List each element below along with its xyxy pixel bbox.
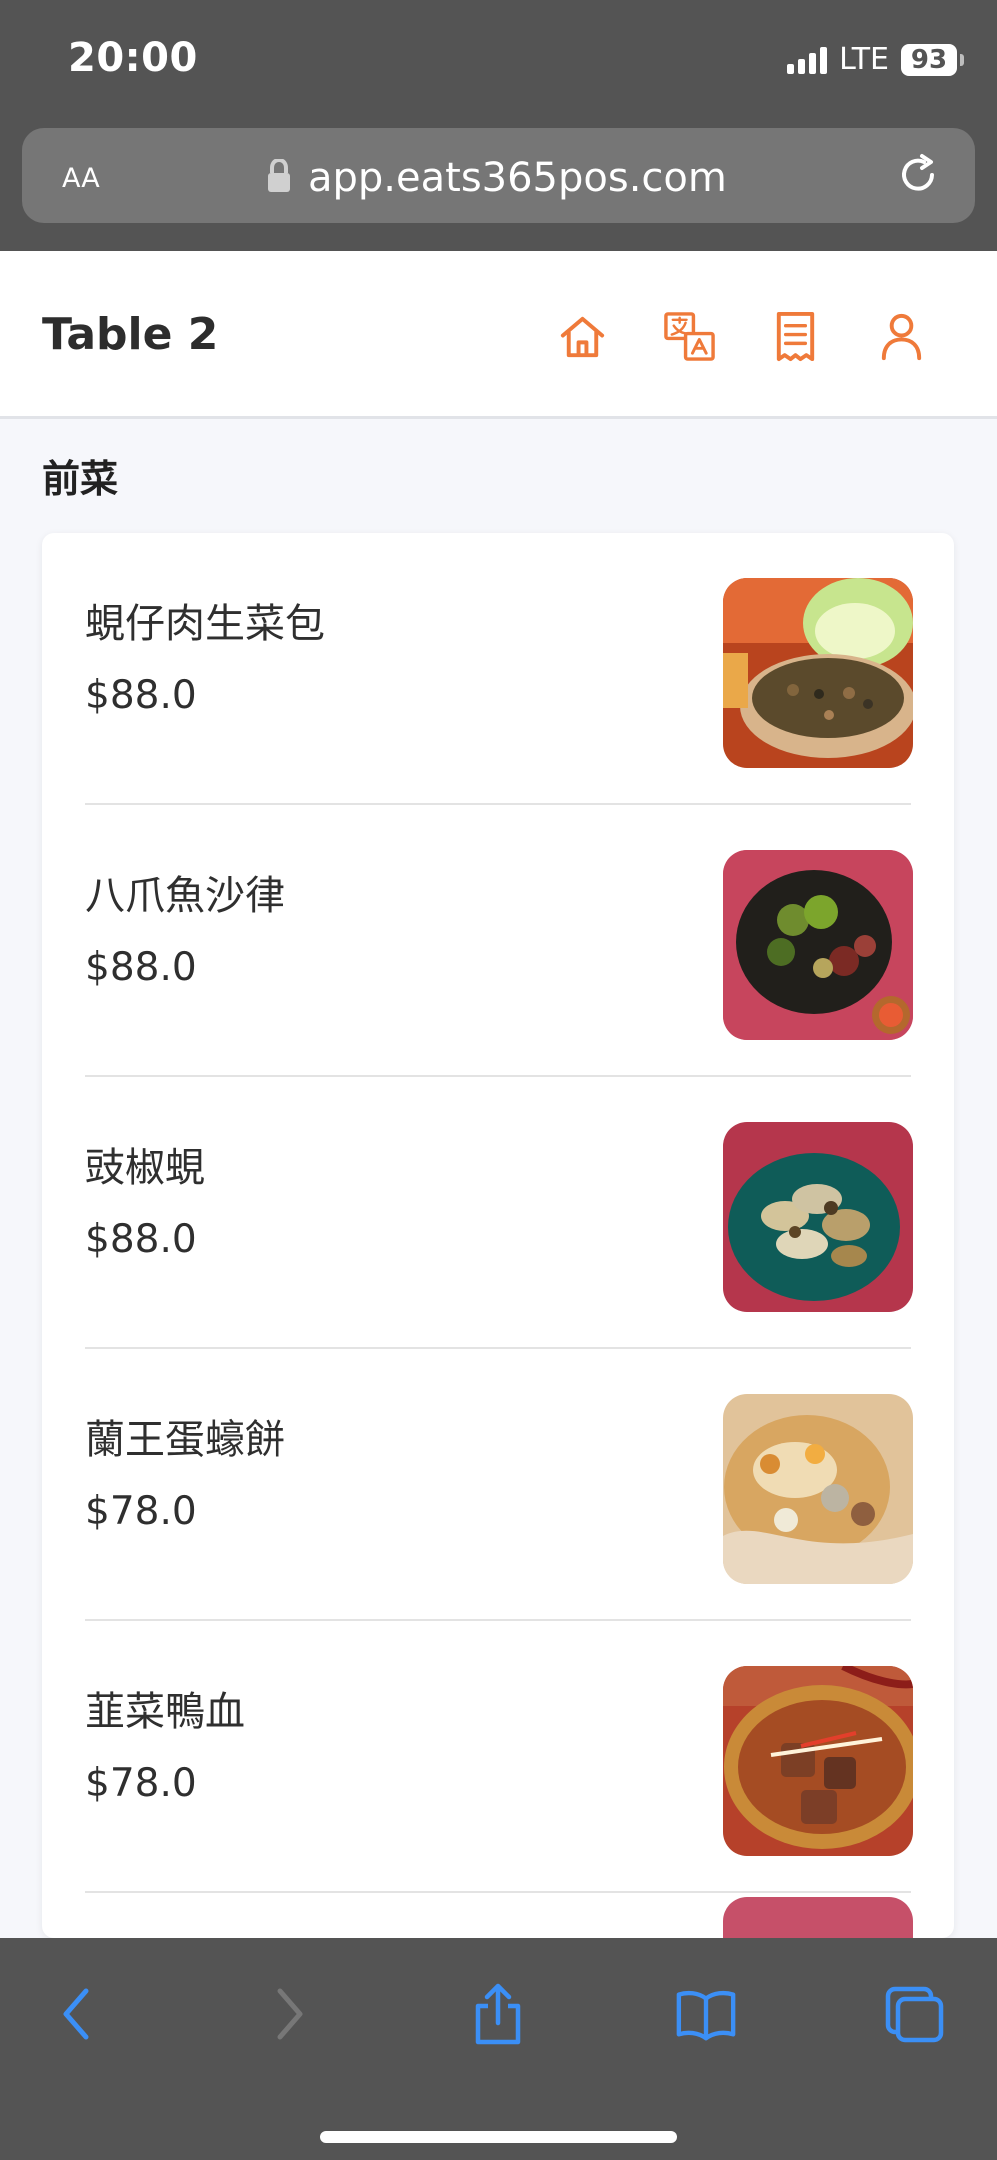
page-title: Table 2 [42,309,219,360]
home-icon[interactable] [555,309,610,364]
item-name: 八爪魚沙律 [85,873,285,919]
item-image [723,1122,913,1312]
forward-button [258,1982,322,2046]
item-price: $78.0 [85,1761,197,1806]
item-image [723,850,913,1040]
bookmarks-button[interactable] [674,1982,738,2046]
item-price: $88.0 [85,673,197,718]
menu-item[interactable]: 豉椒蜆 $88.0 [42,1077,954,1349]
share-button[interactable] [466,1982,530,2046]
back-button[interactable] [44,1982,108,2046]
tabs-icon [885,1986,944,2043]
bookmarks-icon [676,1990,736,2041]
translate-icon[interactable] [662,309,717,364]
menu-item[interactable]: 韮菜鴨血 $78.0 [42,1621,954,1893]
reader-settings-label: AA [62,163,100,194]
home-indicator[interactable] [320,2131,677,2143]
address-bar[interactable]: AA app.eats365pos.com [22,128,975,223]
item-name: 蘭王蛋蠔餅 [85,1417,285,1463]
reader-settings-button[interactable]: AA [62,155,100,196]
user-icon[interactable] [874,309,929,364]
network-label: LTE [839,42,889,77]
tabs-button[interactable] [882,1982,946,2046]
url-text[interactable]: app.eats365pos.com [308,155,727,201]
menu-list: 蜆仔肉生菜包 $88.0 八爪魚沙律 $88.0 豉椒蜆 $88.0 蘭王蛋蠔餅… [42,533,954,1938]
app-header: Table 2 [0,251,997,419]
back-icon [63,1988,89,2040]
menu-item[interactable]: 蘭王蛋蠔餅 $78.0 [42,1349,954,1621]
category-title: 前菜 [42,457,119,501]
status-indicators: LTE 93 [787,42,964,77]
item-image [723,578,913,768]
item-price: $88.0 [85,1217,197,1262]
menu-item-partial[interactable] [42,1893,954,1938]
forward-icon [277,1988,303,2040]
item-name: 韮菜鴨血 [85,1689,245,1735]
menu-item[interactable]: 蜆仔肉生菜包 $88.0 [42,533,954,805]
item-image [723,1394,913,1584]
item-price: $78.0 [85,1489,197,1534]
item-name: 蜆仔肉生菜包 [85,601,325,647]
reload-icon[interactable] [894,151,942,199]
share-icon [475,1983,521,2045]
browser-address-area: AA app.eats365pos.com [0,125,997,251]
battery-icon: 93 [901,43,964,76]
item-image [723,1897,913,1938]
lock-icon [268,159,290,192]
menu-item[interactable]: 八爪魚沙律 $88.0 [42,805,954,1077]
signal-icon [787,46,828,74]
item-name: 豉椒蜆 [85,1145,205,1191]
item-price: $88.0 [85,945,197,990]
status-bar: 20:00 LTE 93 [0,0,997,125]
status-time: 20:00 [68,35,198,81]
receipt-icon[interactable] [768,309,823,364]
item-image [723,1666,913,1856]
browser-toolbar [0,1938,997,2160]
